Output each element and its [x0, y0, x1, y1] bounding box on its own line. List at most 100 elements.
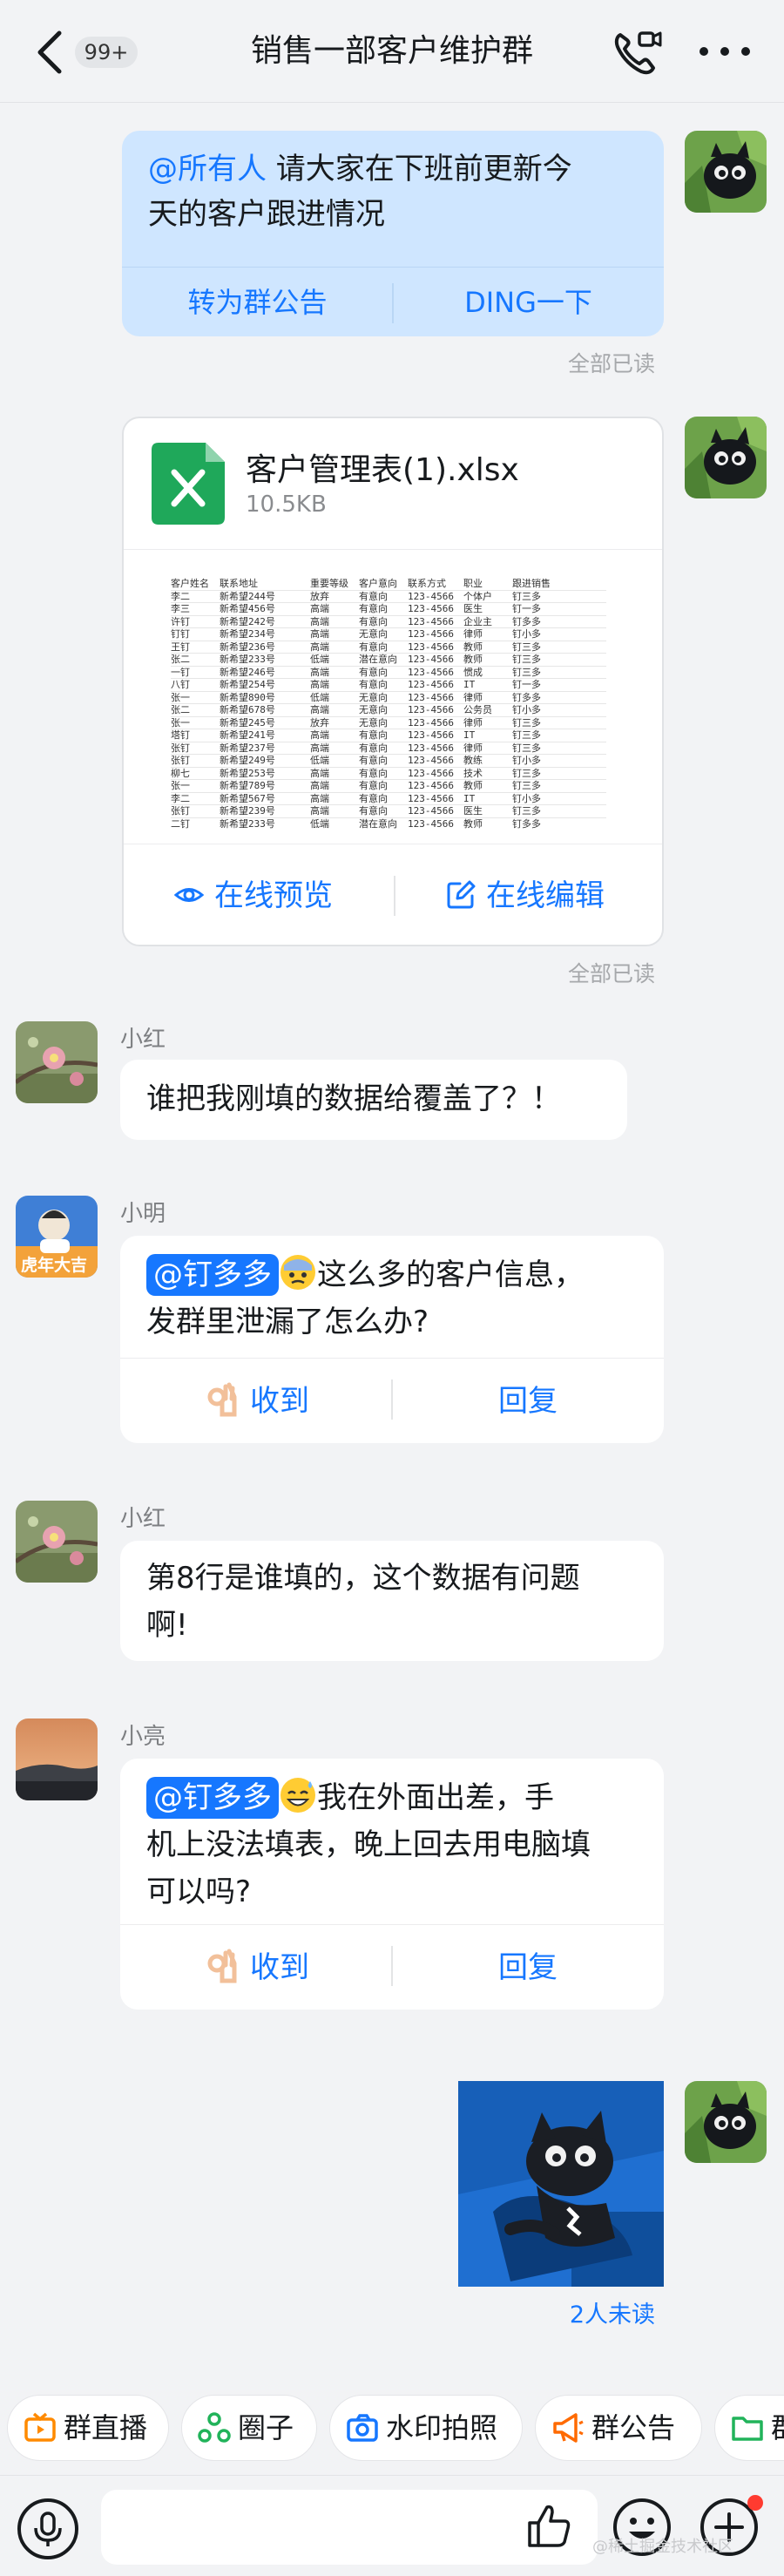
video-call-icon[interactable] [610, 26, 662, 78]
sheet-cell: 钉小多 [512, 704, 541, 715]
sheet-cell: 新希望890号 [220, 691, 275, 703]
sheet-cell: 联系方式 [408, 578, 446, 589]
voice-input-button[interactable] [17, 2498, 78, 2559]
sheet-row: 许钉 新希望242号 高端 有意向 123-4566 企业主 钉多多 [171, 615, 606, 628]
watermark-camera-chip[interactable]: 水印拍照 [329, 2395, 523, 2461]
sticker-image[interactable] [458, 2081, 664, 2287]
sheet-cell: 李二 [171, 792, 190, 804]
avatar-caption: 虎年大吉 [21, 1255, 87, 1275]
reply-button[interactable]: 回复 [392, 1359, 664, 1444]
acknowledge-button[interactable]: 收到 [120, 1359, 392, 1444]
message-bubble[interactable]: @钉多多 我在外面出差，手 机上没法填表，晚上回去用电脑填 可以吗? 收到 回复 [120, 1759, 664, 2010]
sheet-cell: 一钉 [171, 666, 190, 678]
sheet-row: 一钉 新希望246号 高端 有意向 123-4566 惯成 钉三多 [171, 666, 606, 679]
sheet-cell: 医生 [463, 805, 483, 817]
sheet-cell: 钉一多 [512, 603, 541, 614]
sheet-cell: 钉小多 [512, 628, 541, 640]
sheet-cell: 张二 [171, 704, 190, 715]
sheet-row: 张钉 新希望237号 高端 有意向 123-4566 律师 钉三多 [171, 742, 606, 755]
sender-avatar-xiaohong[interactable] [16, 1021, 98, 1103]
sheet-cell: 123-4566 [408, 729, 454, 741]
sheet-cell: 钉三多 [512, 666, 541, 678]
sheet-row: 张一 新希望890号 低端 无意向 123-4566 律师 钉多多 [171, 691, 606, 704]
sheet-cell: 高端 [310, 628, 329, 640]
sheet-cell: 钉钉 [171, 628, 190, 640]
sheet-cell: 123-4566 [408, 716, 454, 729]
acknowledge-button[interactable]: 收到 [120, 1925, 392, 2010]
sheet-cell: 123-4566 [408, 615, 454, 627]
notification-dot [747, 2495, 763, 2511]
message-text: @钉多多 我在外面出差，手 机上没法填表，晚上回去用电脑填 可以吗? [146, 1774, 652, 1915]
my-avatar[interactable] [685, 2081, 767, 2163]
sheet-cell: 高端 [310, 767, 329, 779]
mention-all[interactable]: @所有人 [148, 152, 267, 186]
sender-avatar-xiaoming[interactable]: 虎年大吉 [16, 1196, 98, 1278]
sheet-cell: 钉三多 [512, 742, 541, 754]
sheet-cell: 有意向 [359, 805, 388, 817]
edit-icon [447, 880, 476, 909]
ok-hand-icon [207, 1949, 237, 1983]
sheet-cell: 律师 [463, 691, 483, 703]
group-live-chip[interactable]: 群直播 [7, 2395, 169, 2461]
my-avatar[interactable] [685, 131, 767, 213]
sheet-row: 王钉 新希望236号 高端 有意向 123-4566 教师 钉三多 [171, 641, 606, 654]
more-icon[interactable] [693, 38, 756, 64]
group-files-chip[interactable]: 群 [714, 2395, 784, 2461]
circle-chip[interactable]: 圈子 [181, 2395, 317, 2461]
message-bubble[interactable]: 第8行是谁填的，这个数据有问题 啊! [120, 1541, 664, 1661]
at-all-message[interactable]: @所有人 请大家在下班前更新今 天的客户跟进情况 转为群公告 DING一下 [122, 131, 664, 336]
sheet-cell: 二钉 [171, 817, 190, 830]
convert-to-announcement-button[interactable]: 转为群公告 [122, 268, 393, 337]
sheet-cell: 钉三多 [512, 590, 541, 602]
my-avatar[interactable] [685, 417, 767, 498]
folder-icon [732, 2417, 763, 2441]
sheet-cell: 教练 [463, 755, 483, 766]
sheet-cell: 123-4566 [408, 691, 454, 703]
ding-button[interactable]: DING一下 [393, 268, 664, 337]
unread-count[interactable]: 2人未读 [523, 2295, 655, 2329]
file-message[interactable]: 客户管理表(1).xlsx 10.5KB 客户姓名 联系地址 重要等级 客户意向 联系方… [122, 417, 664, 946]
sheet-cell: 123-4566 [408, 603, 454, 614]
sheet-row: 李二 新希望567号 高端 有意向 123-4566 IT 钉小多 [171, 792, 606, 805]
sender-avatar-xiaoliang[interactable] [16, 1718, 98, 1800]
reply-button[interactable]: 回复 [392, 1925, 664, 2010]
mention-tag[interactable]: @钉多多 [146, 1777, 279, 1819]
message-text: 第8行是谁填的，这个数据有问题 啊! [146, 1561, 580, 1643]
sheet-cell: 新希望241号 [220, 729, 275, 741]
sheet-cell: 王钉 [171, 641, 190, 653]
sheet-cell: 123-4566 [408, 679, 454, 690]
sheet-cell: 柳七 [171, 767, 190, 779]
sheet-cell: 无意向 [359, 704, 388, 715]
sheet-cell: 新希望244号 [220, 590, 275, 602]
circle-group-icon [198, 2412, 231, 2443]
spreadsheet-preview[interactable]: 客户姓名 联系地址 重要等级 客户意向 联系方式 职业 跟进销售 李二 新希望244号 放弃 有意向… [124, 549, 662, 844]
sender-name: 小亮 [120, 1724, 166, 1750]
sheet-cell: 有意向 [359, 615, 388, 627]
sheet-cell: 有意向 [359, 679, 388, 690]
sheet-cell: 低端 [310, 691, 329, 703]
group-announcement-chip[interactable]: 群公告 [535, 2395, 702, 2461]
quick-actions-bar: 群直播 圈子 水印拍照 群公告 群 [0, 2395, 784, 2464]
message-bubble[interactable]: @钉多多 这么多的客户信息， 发群里泄漏了怎么办? 收到 回复 [120, 1236, 664, 1443]
message-bubble[interactable]: 谁把我刚填的数据给覆盖了？！ [120, 1060, 627, 1140]
sheet-row: 钉钉 新希望234号 高端 无意向 123-4566 律师 钉小多 [171, 628, 606, 641]
sender-avatar-xiaohong[interactable] [16, 1501, 98, 1583]
sheet-cell: 重要等级 [310, 578, 348, 589]
sheet-cell: 新希望233号 [220, 817, 275, 830]
preview-online-button[interactable]: 在线预览 [174, 844, 333, 945]
sheet-cell: 新希望234号 [220, 628, 275, 640]
sheet-cell: 有意向 [359, 792, 388, 804]
sheet-cell: 高端 [310, 603, 329, 614]
sender-name: 小红 [120, 1506, 166, 1532]
sheet-cell: 新希望236号 [220, 641, 275, 653]
mention-tag[interactable]: @钉多多 [146, 1254, 279, 1296]
sheet-cell: 联系地址 [220, 578, 258, 589]
sheet-row: 张二 新希望233号 低端 潜在意向 123-4566 教师 钉三多 [171, 654, 606, 667]
sheet-cell: 钉一多 [512, 679, 541, 690]
sheet-cell: 钉三多 [512, 767, 541, 779]
thumbs-up-icon[interactable] [523, 2500, 575, 2552]
edit-online-button[interactable]: 在线编辑 [446, 844, 605, 945]
sheet-cell: 123-4566 [408, 817, 454, 830]
sheet-cell: 钉三多 [512, 729, 541, 741]
sheet-cell: 张一 [171, 780, 190, 791]
